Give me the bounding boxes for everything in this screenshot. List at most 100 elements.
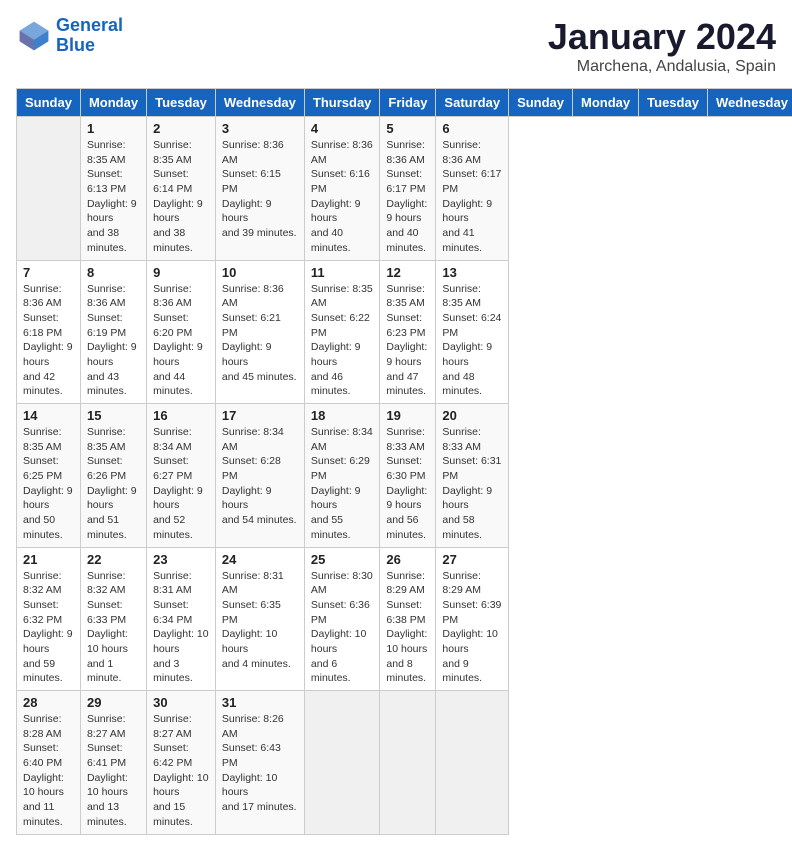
day-number: 7 [23,265,74,280]
calendar-cell: 16 Sunrise: 8:34 AMSunset: 6:27 PMDayligh… [147,404,216,548]
calendar-cell: 14 Sunrise: 8:35 AMSunset: 6:25 PMDayligh… [17,404,81,548]
day-number: 27 [442,552,502,567]
day-number: 4 [311,121,374,136]
day-number: 31 [222,695,298,710]
day-info: Sunrise: 8:36 AMSunset: 6:21 PMDaylight:… [222,282,298,385]
day-info: Sunrise: 8:35 AMSunset: 6:24 PMDaylight:… [442,282,502,400]
day-number: 10 [222,265,298,280]
header-monday: Monday [80,89,146,117]
day-info: Sunrise: 8:35 AMSunset: 6:25 PMDaylight:… [23,425,74,543]
day-number: 19 [386,408,429,423]
calendar-week-1: 1Sunrise: 8:35 AMSunset: 6:13 PMDaylight… [17,117,792,261]
calendar-cell: 7 Sunrise: 8:36 AMSunset: 6:18 PMDaylight… [17,260,81,404]
day-info: Sunrise: 8:34 AMSunset: 6:28 PMDaylight:… [222,425,298,528]
calendar-header-row: SundayMondayTuesdayWednesdayThursdayFrid… [17,89,792,117]
header-saturday: Saturday [436,89,509,117]
calendar-cell [304,691,380,835]
calendar-cell: 27 Sunrise: 8:29 AMSunset: 6:39 PMDayligh… [436,547,509,691]
calendar-cell: 8 Sunrise: 8:36 AMSunset: 6:19 PMDaylight… [80,260,146,404]
header-thursday: Thursday [304,89,380,117]
header-wednesday: Wednesday [215,89,304,117]
day-info: Sunrise: 8:36 AMSunset: 6:16 PMDaylight:… [311,138,374,256]
calendar-cell [17,117,81,261]
day-info: Sunrise: 8:29 AMSunset: 6:39 PMDaylight:… [442,569,502,687]
day-number: 3 [222,121,298,136]
calendar-cell: 10 Sunrise: 8:36 AMSunset: 6:21 PMDayligh… [215,260,304,404]
day-number: 26 [386,552,429,567]
day-info: Sunrise: 8:32 AMSunset: 6:33 PMDaylight:… [87,569,140,687]
day-number: 22 [87,552,140,567]
day-info: Sunrise: 8:36 AMSunset: 6:19 PMDaylight:… [87,282,140,400]
calendar-cell: 21 Sunrise: 8:32 AMSunset: 6:32 PMDayligh… [17,547,81,691]
day-info: Sunrise: 8:35 AMSunset: 6:14 PMDaylight:… [153,138,209,256]
day-number: 13 [442,265,502,280]
day-number: 17 [222,408,298,423]
day-number: 1 [87,121,140,136]
header-friday: Friday [380,89,436,117]
day-number: 28 [23,695,74,710]
day-number: 21 [23,552,74,567]
calendar-cell: 5Sunrise: 8:36 AMSunset: 6:17 PMDaylight… [380,117,436,261]
day-number: 30 [153,695,209,710]
day-number: 18 [311,408,374,423]
calendar-cell: 17 Sunrise: 8:34 AMSunset: 6:28 PMDayligh… [215,404,304,548]
day-info: Sunrise: 8:35 AMSunset: 6:26 PMDaylight:… [87,425,140,543]
day-info: Sunrise: 8:33 AMSunset: 6:31 PMDaylight:… [442,425,502,543]
calendar-cell: 6Sunrise: 8:36 AMSunset: 6:17 PMDaylight… [436,117,509,261]
day-info: Sunrise: 8:28 AMSunset: 6:40 PMDaylight:… [23,712,74,830]
calendar-cell: 20 Sunrise: 8:33 AMSunset: 6:31 PMDayligh… [436,404,509,548]
day-number: 14 [23,408,74,423]
col-header-monday: Monday [573,89,639,117]
calendar-cell: 4 Sunrise: 8:36 AMSunset: 6:16 PMDaylight… [304,117,380,261]
day-info: Sunrise: 8:26 AMSunset: 6:43 PMDaylight:… [222,712,298,815]
day-info: Sunrise: 8:27 AMSunset: 6:41 PMDaylight:… [87,712,140,830]
day-number: 11 [311,265,374,280]
day-number: 16 [153,408,209,423]
calendar-cell: 29 Sunrise: 8:27 AMSunset: 6:41 PMDayligh… [80,691,146,835]
calendar-cell: 18 Sunrise: 8:34 AMSunset: 6:29 PMDayligh… [304,404,380,548]
day-info: Sunrise: 8:32 AMSunset: 6:32 PMDaylight:… [23,569,74,687]
calendar-cell: 3Sunrise: 8:36 AMSunset: 6:15 PMDaylight… [215,117,304,261]
calendar-week-3: 14 Sunrise: 8:35 AMSunset: 6:25 PMDayligh… [17,404,792,548]
day-info: Sunrise: 8:34 AMSunset: 6:29 PMDaylight:… [311,425,374,543]
calendar-cell: 11 Sunrise: 8:35 AMSunset: 6:22 PMDayligh… [304,260,380,404]
calendar-cell [380,691,436,835]
calendar-cell: 19 Sunrise: 8:33 AMSunset: 6:30 PMDayligh… [380,404,436,548]
col-header-tuesday: Tuesday [639,89,708,117]
header-sunday: Sunday [17,89,81,117]
day-info: Sunrise: 8:34 AMSunset: 6:27 PMDaylight:… [153,425,209,543]
day-number: 29 [87,695,140,710]
day-info: Sunrise: 8:36 AMSunset: 6:18 PMDaylight:… [23,282,74,400]
calendar-cell: 28 Sunrise: 8:28 AMSunset: 6:40 PMDayligh… [17,691,81,835]
logo: General Blue [16,16,123,56]
logo-icon [16,18,52,54]
calendar-cell: 22 Sunrise: 8:32 AMSunset: 6:33 PMDayligh… [80,547,146,691]
calendar-week-2: 7 Sunrise: 8:36 AMSunset: 6:18 PMDaylight… [17,260,792,404]
calendar-week-5: 28 Sunrise: 8:28 AMSunset: 6:40 PMDayligh… [17,691,792,835]
calendar-cell [436,691,509,835]
day-number: 23 [153,552,209,567]
location: Marchena, Andalusia, Spain [548,58,776,76]
calendar-cell: 25Sunrise: 8:30 AMSunset: 6:36 PMDayligh… [304,547,380,691]
day-info: Sunrise: 8:35 AMSunset: 6:22 PMDaylight:… [311,282,374,400]
day-info: Sunrise: 8:36 AMSunset: 6:17 PMDaylight:… [386,138,429,256]
calendar-cell: 1Sunrise: 8:35 AMSunset: 6:13 PMDaylight… [80,117,146,261]
title-block: January 2024 Marchena, Andalusia, Spain [548,16,776,76]
day-info: Sunrise: 8:33 AMSunset: 6:30 PMDaylight:… [386,425,429,543]
day-number: 20 [442,408,502,423]
calendar-week-4: 21 Sunrise: 8:32 AMSunset: 6:32 PMDayligh… [17,547,792,691]
calendar-cell: 26Sunrise: 8:29 AMSunset: 6:38 PMDayligh… [380,547,436,691]
day-info: Sunrise: 8:36 AMSunset: 6:17 PMDaylight:… [442,138,502,256]
day-number: 8 [87,265,140,280]
calendar-table: SundayMondayTuesdayWednesdayThursdayFrid… [16,88,792,835]
calendar-cell: 12Sunrise: 8:35 AMSunset: 6:23 PMDayligh… [380,260,436,404]
day-number: 2 [153,121,209,136]
day-number: 15 [87,408,140,423]
calendar-cell: 2 Sunrise: 8:35 AMSunset: 6:14 PMDaylight… [147,117,216,261]
header-tuesday: Tuesday [147,89,216,117]
day-info: Sunrise: 8:31 AMSunset: 6:34 PMDaylight:… [153,569,209,687]
calendar-cell: 23 Sunrise: 8:31 AMSunset: 6:34 PMDayligh… [147,547,216,691]
page-header: General Blue January 2024 Marchena, Anda… [16,16,776,76]
calendar-cell: 9Sunrise: 8:36 AMSunset: 6:20 PMDaylight… [147,260,216,404]
day-number: 9 [153,265,209,280]
